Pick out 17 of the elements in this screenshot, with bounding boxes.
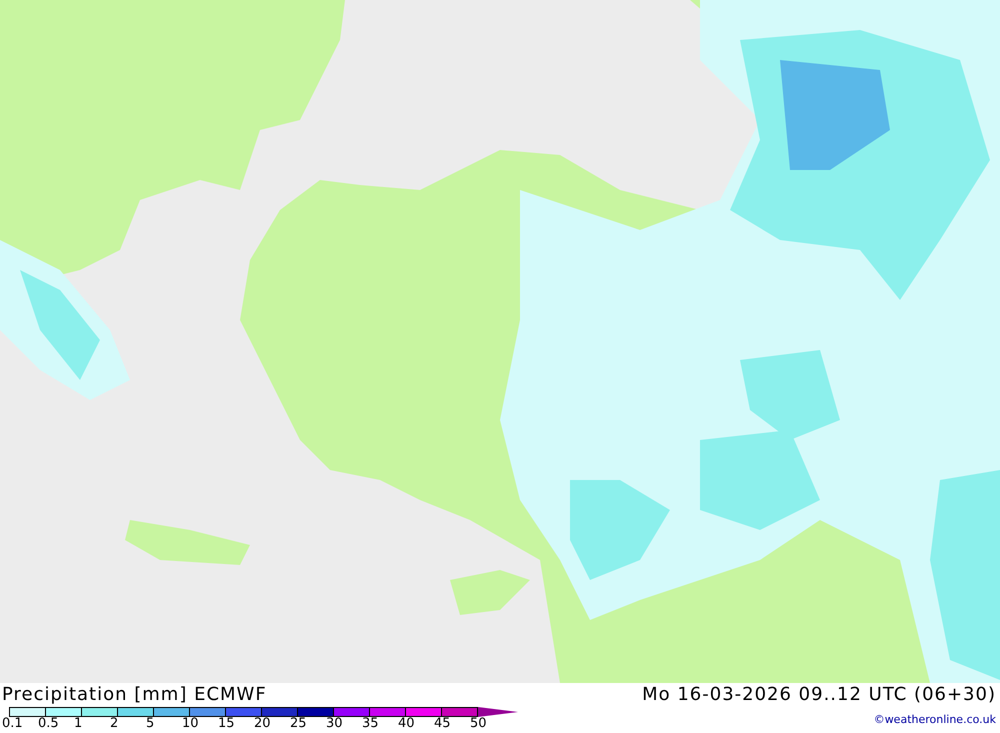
legend-label: 45 (434, 717, 452, 730)
legend-label: 0.5 (38, 717, 60, 730)
legend-label: 40 (398, 717, 416, 730)
legend-label: 20 (254, 717, 272, 730)
map-title: Precipitation [mm] ECMWF (2, 683, 268, 707)
legend-label: 50 (470, 717, 488, 730)
legend-label: 10 (182, 717, 200, 730)
credit-link[interactable]: ©weatheronline.co.uk (874, 713, 996, 726)
legend-label: 0.1 (2, 717, 24, 730)
legend-label: 2 (110, 717, 120, 730)
legend-label: 35 (362, 717, 380, 730)
valid-time: Mo 16-03-2026 09..12 UTC (06+30) (642, 683, 996, 707)
legend-label: 30 (326, 717, 344, 730)
legend-label: 25 (290, 717, 308, 730)
legend-label: 15 (218, 717, 236, 730)
legend-label: 1 (74, 717, 84, 730)
legend-label: 5 (146, 717, 156, 730)
